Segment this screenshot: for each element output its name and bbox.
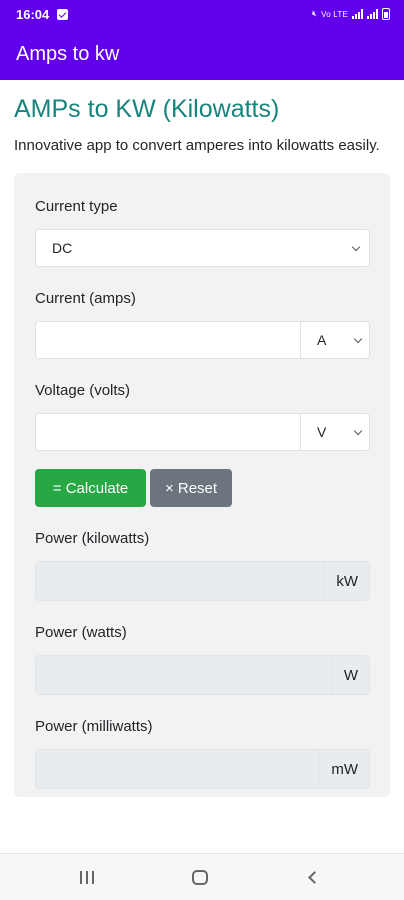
home-icon[interactable] bbox=[192, 870, 208, 885]
current-unit-value: A bbox=[317, 332, 327, 348]
system-nav-bar bbox=[0, 853, 404, 900]
voltage-unit-select[interactable]: V bbox=[300, 413, 370, 451]
current-type-select[interactable]: DC bbox=[35, 229, 370, 267]
current-type-value: DC bbox=[52, 240, 73, 256]
signal-icon bbox=[352, 9, 363, 19]
back-icon[interactable] bbox=[308, 871, 321, 884]
message-icon bbox=[57, 8, 69, 20]
status-time: 16:04 bbox=[16, 6, 50, 22]
status-bar: 16:04 🔇︎ Vo LTE bbox=[0, 0, 404, 28]
signal-icon-2 bbox=[367, 9, 378, 19]
mute-icon: 🔇︎ bbox=[311, 9, 318, 18]
current-type-label: Current type bbox=[35, 198, 118, 215]
voltage-label: Voltage (volts) bbox=[35, 382, 131, 399]
network-indicator: Vo LTE bbox=[321, 9, 348, 19]
kilowatts-unit: kW bbox=[324, 561, 370, 601]
converter-card: Current type DC Current (amps) A Voltage… bbox=[14, 173, 390, 797]
milliwatts-unit: mW bbox=[319, 749, 370, 789]
app-bar: Amps to kw bbox=[0, 28, 404, 80]
page-description: Innovative app to convert amperes into k… bbox=[14, 137, 380, 154]
watts-label: Power (watts) bbox=[35, 624, 127, 641]
milliwatts-label: Power (milliwatts) bbox=[35, 718, 153, 735]
battery-icon bbox=[382, 8, 390, 20]
calculate-button[interactable]: = Calculate bbox=[35, 469, 146, 507]
current-input[interactable] bbox=[35, 321, 300, 359]
main-content: AMPs to KW (Kilowatts) Innovative app to… bbox=[0, 80, 404, 853]
watts-unit: W bbox=[331, 655, 370, 695]
kilowatts-label: Power (kilowatts) bbox=[35, 530, 150, 547]
current-unit-select[interactable]: A bbox=[300, 321, 370, 359]
milliwatts-output bbox=[35, 749, 320, 789]
page-title: AMPs to KW (Kilowatts) bbox=[14, 95, 280, 123]
chevron-down-icon bbox=[351, 242, 361, 251]
voltage-input[interactable] bbox=[35, 413, 300, 451]
recent-apps-icon[interactable] bbox=[80, 871, 94, 884]
current-label: Current (amps) bbox=[35, 290, 136, 307]
voltage-unit-value: V bbox=[317, 424, 327, 440]
chevron-down-icon bbox=[353, 426, 363, 435]
app-title: Amps to kw bbox=[16, 42, 120, 65]
chevron-down-icon bbox=[353, 334, 363, 343]
reset-button[interactable]: × Reset bbox=[150, 469, 232, 507]
watts-output bbox=[35, 655, 332, 695]
kilowatts-output bbox=[35, 561, 325, 601]
